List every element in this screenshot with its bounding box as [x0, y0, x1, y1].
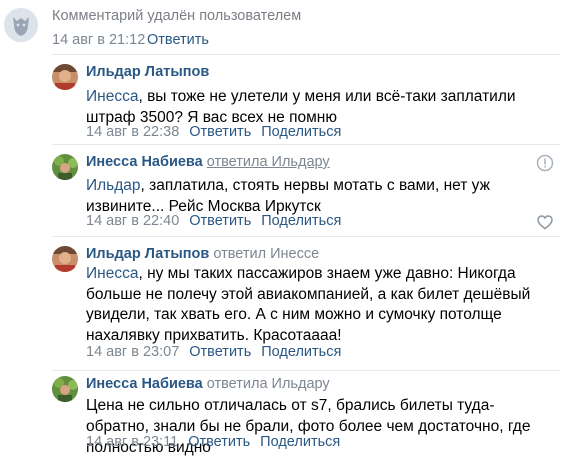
avatar[interactable] — [52, 64, 78, 90]
divider — [52, 236, 560, 237]
comment-date[interactable]: 14 авг в 22:40 — [86, 213, 179, 229]
deleted-user-avatar-icon — [4, 8, 38, 42]
comment-item: Ильдар Латыпов ответил Инессе Инесса, ну… — [0, 236, 570, 370]
comment-date[interactable]: 14 авг в 23:11 — [86, 434, 178, 450]
comment-header: Инесса Набиева ответила Ильдару — [86, 154, 330, 170]
comment-body: , ну мы таких пассажиров знаем уже давно… — [86, 265, 531, 344]
share-button[interactable]: Поделиться — [261, 344, 341, 360]
heart-icon[interactable] — [536, 213, 554, 231]
comment-text: Инесса, вы тоже не улетели у меня или вс… — [86, 86, 556, 128]
comment-body: , заплатила, стоять нервы мотать с вами,… — [86, 177, 490, 215]
reply-button[interactable]: Ответить — [147, 32, 209, 48]
mention-link[interactable]: Инесса — [86, 265, 138, 282]
comment-body: , вы тоже не улетели у меня или всё-таки… — [86, 88, 516, 126]
comment-text: Инесса, ну мы таких пассажиров знаем уже… — [86, 264, 556, 346]
comment-header: Инесса Набиева ответила Ильдару — [86, 376, 330, 392]
avatar[interactable] — [52, 246, 78, 272]
share-button[interactable]: Поделиться — [260, 434, 340, 450]
exclamation-circle-icon[interactable] — [536, 154, 554, 172]
reply-button[interactable]: Ответить — [189, 344, 251, 360]
comment-header: Ильдар Латыпов — [86, 64, 209, 80]
avatar[interactable] — [52, 154, 78, 180]
comment-date: 14 авг в 21:12 — [52, 32, 146, 48]
author-name[interactable]: Инесса Набиева — [86, 376, 203, 392]
comment-text: Ильдар, заплатила, стоять нервы мотать с… — [86, 175, 541, 217]
comment-item: Инесса Набиева ответила Ильдару Цена не … — [0, 370, 570, 458]
deleted-comment-text: Комментарий удалён пользователем — [52, 8, 302, 24]
share-button[interactable]: Поделиться — [261, 213, 341, 229]
reply-button[interactable]: Ответить — [188, 434, 250, 450]
comment-actions: 14 авг в 22:38 Ответить Поделиться — [86, 124, 341, 140]
divider — [52, 370, 560, 371]
comment-header: Ильдар Латыпов ответил Инессе — [86, 246, 319, 262]
share-button[interactable]: Поделиться — [261, 124, 341, 140]
reply-button[interactable]: Ответить — [189, 124, 251, 140]
reply-to-label[interactable]: ответила Ильдару — [207, 376, 330, 392]
divider — [52, 54, 560, 55]
author-name[interactable]: Инесса Набиева — [86, 154, 203, 170]
comment-actions: 14 авг в 23:11 Ответить Поделиться — [86, 434, 340, 450]
reply-button[interactable]: Ответить — [189, 213, 251, 229]
divider — [52, 144, 560, 145]
comment-thread: Комментарий удалён пользователем 14 авг … — [0, 0, 570, 458]
comment-date[interactable]: 14 авг в 22:38 — [86, 124, 179, 140]
deleted-comment: Комментарий удалён пользователем 14 авг … — [0, 0, 570, 52]
comment-actions: 14 авг в 23:07 Ответить Поделиться — [86, 344, 341, 360]
comment-item: Инесса Набиева ответила Ильдару Ильдар, … — [0, 144, 570, 236]
reply-to-label[interactable]: ответил Инессе — [213, 246, 319, 262]
author-name[interactable]: Ильдар Латыпов — [86, 64, 209, 80]
author-name[interactable]: Ильдар Латыпов — [86, 246, 209, 262]
avatar[interactable] — [52, 376, 78, 402]
mention-link[interactable]: Ильдар — [86, 177, 141, 194]
comment-actions: 14 авг в 22:40 Ответить Поделиться — [86, 213, 341, 229]
reply-to-label[interactable]: ответила Ильдару — [207, 154, 330, 170]
mention-link[interactable]: Инесса — [86, 88, 138, 105]
comment-date[interactable]: 14 авг в 23:07 — [86, 344, 179, 360]
comment-item: Ильдар Латыпов Инесса, вы тоже не улетел… — [0, 52, 570, 144]
